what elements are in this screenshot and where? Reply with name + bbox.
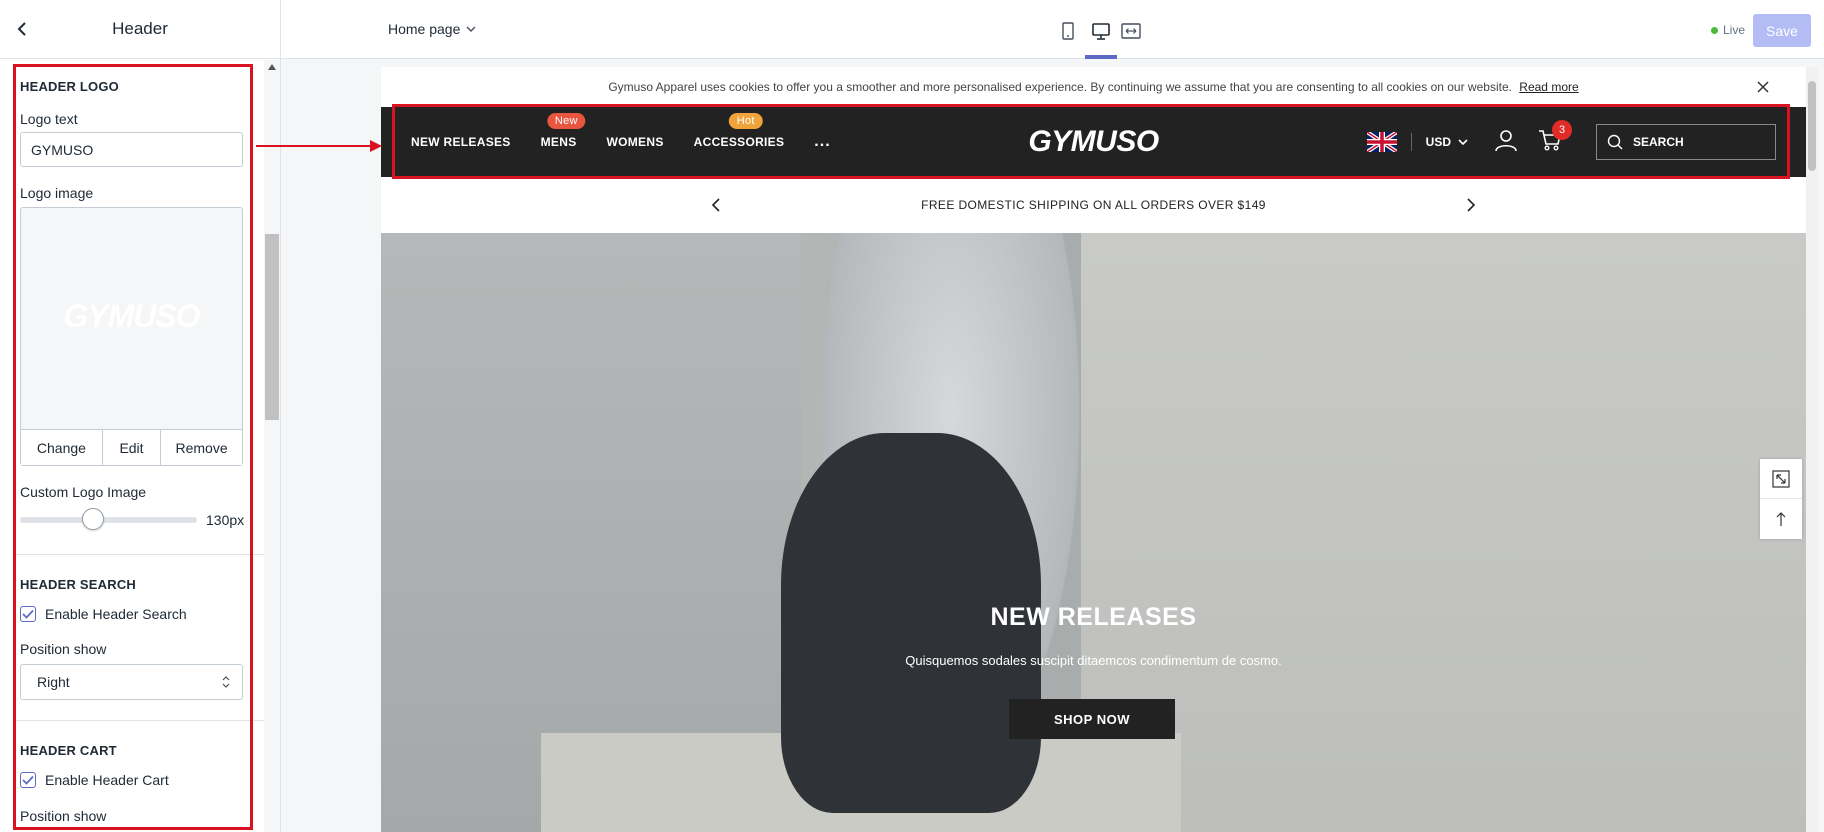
fullwidth-icon bbox=[1121, 23, 1141, 39]
preview-scrollbar[interactable] bbox=[1806, 67, 1818, 832]
cookie-bar: Gymuso Apparel uses cookies to offer you… bbox=[381, 67, 1806, 107]
live-label: Live bbox=[1723, 23, 1746, 37]
storefront-preview: Gymuso Apparel uses cookies to offer you… bbox=[381, 67, 1806, 832]
shipping-text: FREE DOMESTIC SHIPPING ON ALL ORDERS OVE… bbox=[921, 198, 1266, 212]
back-to-top-button[interactable] bbox=[1760, 499, 1802, 539]
desktop-view-button[interactable] bbox=[1086, 17, 1116, 45]
panel-scrollbar-thumb[interactable] bbox=[265, 234, 279, 420]
hero-subtitle: Quisquemos sodales suscipit ditaemcos co… bbox=[905, 653, 1282, 668]
expand-icon bbox=[1772, 469, 1790, 488]
hero-image-wall bbox=[1081, 233, 1806, 832]
editor-panel: Header HEADER LOGO Logo text Logo image … bbox=[0, 0, 281, 832]
hero-banner: NEW RELEASES Quisquemos sodales suscipit… bbox=[381, 233, 1806, 832]
annotation-arrow-head bbox=[370, 140, 382, 152]
annotation-arrow bbox=[256, 145, 372, 147]
cookie-text: Gymuso Apparel uses cookies to offer you… bbox=[608, 80, 1512, 94]
active-device-indicator bbox=[1085, 55, 1117, 59]
annotation-header-highlight bbox=[392, 104, 1790, 179]
annotation-highlight-box bbox=[13, 64, 253, 830]
live-status: Live bbox=[1711, 23, 1745, 37]
chevron-left-icon[interactable] bbox=[708, 197, 724, 213]
chevron-down-icon bbox=[466, 26, 476, 32]
preview-scrollbar-thumb[interactable] bbox=[1808, 81, 1816, 171]
mobile-view-button[interactable] bbox=[1053, 17, 1083, 45]
page-select-label: Home page bbox=[388, 21, 461, 37]
panel-header: Header bbox=[0, 0, 280, 59]
panel-title: Header bbox=[112, 19, 168, 38]
desktop-icon bbox=[1092, 22, 1110, 40]
hero-title: NEW RELEASES bbox=[990, 603, 1197, 631]
fullwidth-view-button[interactable] bbox=[1116, 17, 1146, 45]
shop-now-button[interactable]: SHOP NOW bbox=[1009, 699, 1175, 739]
floating-tools bbox=[1760, 459, 1802, 539]
mobile-icon bbox=[1062, 22, 1074, 40]
close-icon[interactable] bbox=[1756, 80, 1770, 94]
editor-topbar: Home page Live Save bbox=[281, 0, 1824, 59]
expand-button[interactable] bbox=[1760, 459, 1802, 499]
arrow-up-icon bbox=[1776, 512, 1786, 526]
live-dot-icon bbox=[1711, 26, 1718, 34]
scroll-up-arrow-icon[interactable] bbox=[268, 64, 276, 70]
shipping-announcement: FREE DOMESTIC SHIPPING ON ALL ORDERS OVE… bbox=[381, 177, 1806, 233]
save-button[interactable]: Save bbox=[1753, 14, 1811, 47]
chevron-right-icon[interactable] bbox=[1463, 197, 1479, 213]
panel-scrollbar[interactable] bbox=[264, 60, 280, 832]
cookie-read-more-link[interactable]: Read more bbox=[1519, 80, 1578, 94]
page-select-dropdown[interactable]: Home page bbox=[388, 21, 476, 37]
